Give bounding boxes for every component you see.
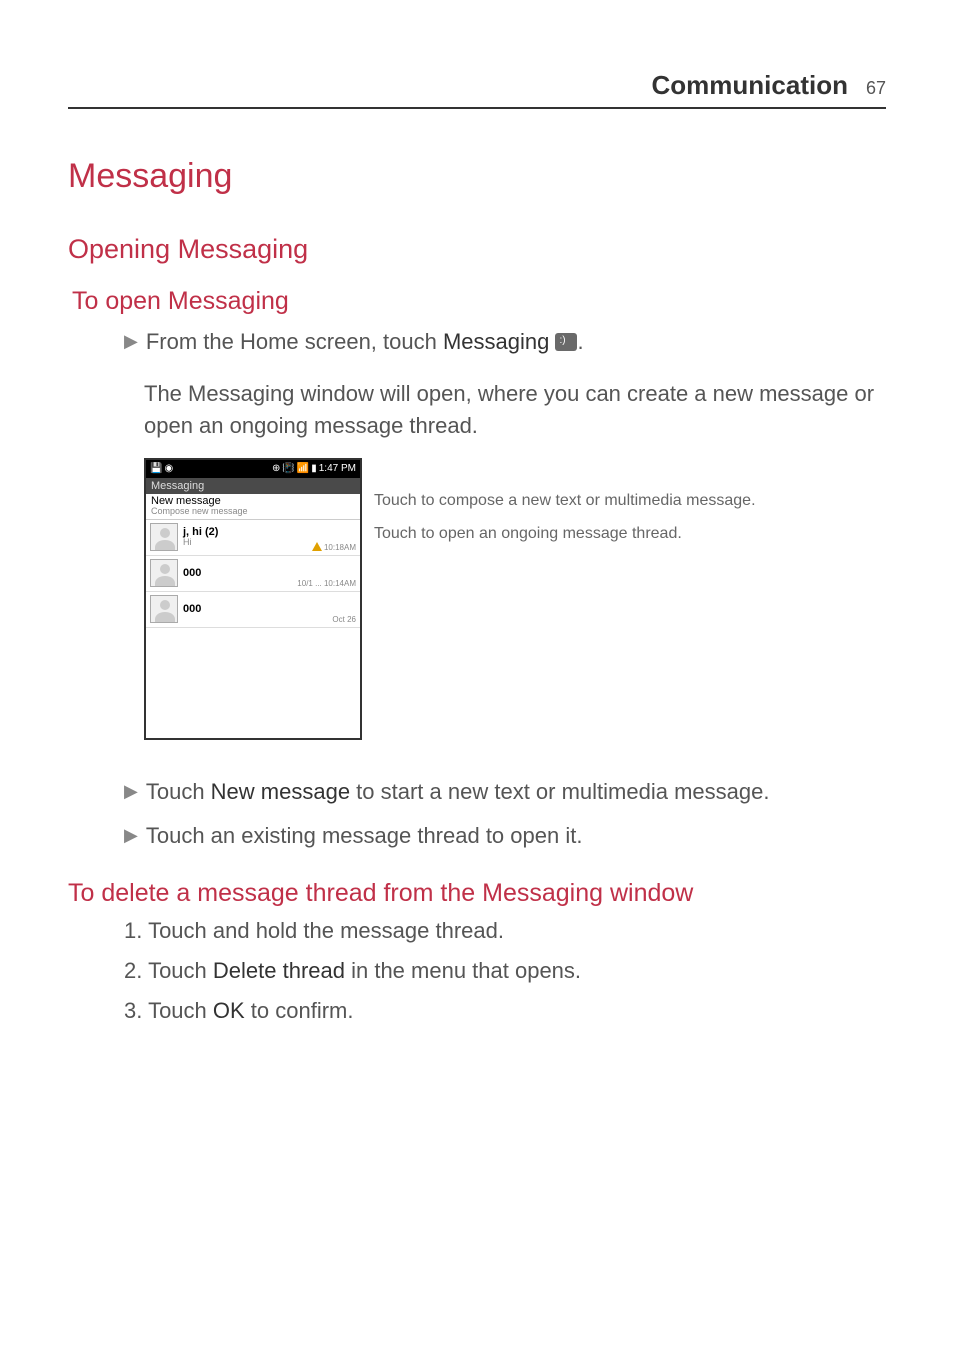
text-part: 2. Touch xyxy=(124,958,213,983)
steps-list: 1. Touch and hold the message thread. 2.… xyxy=(124,918,886,1024)
messaging-icon xyxy=(555,333,577,351)
signal-icon: 📶 xyxy=(297,464,309,474)
sync-icon: ◉ xyxy=(164,464,173,474)
battery-icon: ▮ xyxy=(311,464,317,474)
annotations: Touch to compose a new text or multimedi… xyxy=(374,458,756,545)
text-part: to start a new text or multimedia messag… xyxy=(350,779,769,804)
page-header: Communication 67 xyxy=(68,70,886,109)
thread-name: 000 xyxy=(183,604,356,615)
bold-text: Delete thread xyxy=(213,958,345,983)
bullet-open-thread: ▶ Touch an existing message thread to op… xyxy=(124,820,886,852)
arrow-icon: ▶ xyxy=(124,331,138,352)
bold-text: New message xyxy=(211,779,350,804)
thread-content: 000 xyxy=(183,568,356,579)
bullet-text: Touch an existing message thread to open… xyxy=(146,820,886,852)
bold-text: OK xyxy=(213,998,245,1023)
phone-mock: 💾 ◉ ⊕ 📳 📶 ▮ 1:47 PM Messaging New messag… xyxy=(144,458,362,740)
heading-3-delete: To delete a message thread from the Mess… xyxy=(68,879,886,908)
new-message-sub: Compose new message xyxy=(146,507,360,520)
bullet-text: From the Home screen, touch Messaging . xyxy=(146,326,886,358)
section-title: Communication xyxy=(652,70,848,101)
thread-name: 000 xyxy=(183,568,356,579)
thread-time: 10/1 ... 10:14AM xyxy=(297,580,356,588)
bold-text: Messaging xyxy=(443,329,549,354)
gps-icon: ⊕ xyxy=(272,464,280,474)
bullet-text: Touch New message to start a new text or… xyxy=(146,776,886,808)
text-part: in the menu that opens. xyxy=(345,958,581,983)
status-left-icons: 💾 ◉ xyxy=(150,464,173,474)
annotation-compose: Touch to compose a new text or multimedi… xyxy=(374,490,756,512)
figure-row: 💾 ◉ ⊕ 📳 📶 ▮ 1:47 PM Messaging New messag… xyxy=(144,458,886,740)
text-part: . xyxy=(577,329,583,354)
thread-time: Oct 26 xyxy=(332,616,356,624)
warning-icon xyxy=(312,542,322,551)
arrow-icon: ▶ xyxy=(124,781,138,802)
text-part: 3. Touch xyxy=(124,998,213,1023)
save-icon: 💾 xyxy=(150,464,162,474)
thread-row: 000 Oct 26 xyxy=(146,592,360,628)
thread-content: 000 xyxy=(183,604,356,615)
status-right-icons: ⊕ 📳 📶 ▮ 1:47 PM xyxy=(272,464,356,474)
heading-2: Opening Messaging xyxy=(68,234,886,265)
thread-row: 000 10/1 ... 10:14AM xyxy=(146,556,360,592)
step-3: 3. Touch OK to confirm. xyxy=(124,998,886,1024)
arrow-icon: ▶ xyxy=(124,825,138,846)
bullet-new-message: ▶ Touch New message to start a new text … xyxy=(124,776,886,808)
avatar-icon xyxy=(150,559,178,587)
avatar-icon xyxy=(150,595,178,623)
thread-row: j, hi (2) Hi 10:18AM xyxy=(146,520,360,556)
paragraph-intro: The Messaging window will open, where yo… xyxy=(144,378,886,442)
time-text: 10:18AM xyxy=(324,543,356,552)
clock-text: 1:47 PM xyxy=(319,464,356,474)
phone-statusbar: 💾 ◉ ⊕ 📳 📶 ▮ 1:47 PM xyxy=(146,460,360,478)
page-number: 67 xyxy=(866,78,886,99)
thread-time: 10:18AM xyxy=(312,542,356,552)
phone-titlebar: Messaging xyxy=(146,478,360,494)
heading-1: Messaging xyxy=(68,157,886,196)
annotation-open-thread: Touch to open an ongoing message thread. xyxy=(374,523,756,545)
text-part: Touch xyxy=(146,779,211,804)
step-1: 1. Touch and hold the message thread. xyxy=(124,918,886,944)
avatar-icon xyxy=(150,523,178,551)
phone-empty-area xyxy=(146,628,360,738)
vibrate-icon: 📳 xyxy=(282,464,294,474)
heading-3-open: To open Messaging xyxy=(72,287,886,316)
step-2: 2. Touch Delete thread in the menu that … xyxy=(124,958,886,984)
thread-name: j, hi (2) xyxy=(183,527,356,538)
bullet-from-home: ▶ From the Home screen, touch Messaging … xyxy=(124,326,886,358)
new-message-label: New message xyxy=(146,494,360,507)
text-part: From the Home screen, touch xyxy=(146,329,443,354)
text-part: to confirm. xyxy=(245,998,354,1023)
